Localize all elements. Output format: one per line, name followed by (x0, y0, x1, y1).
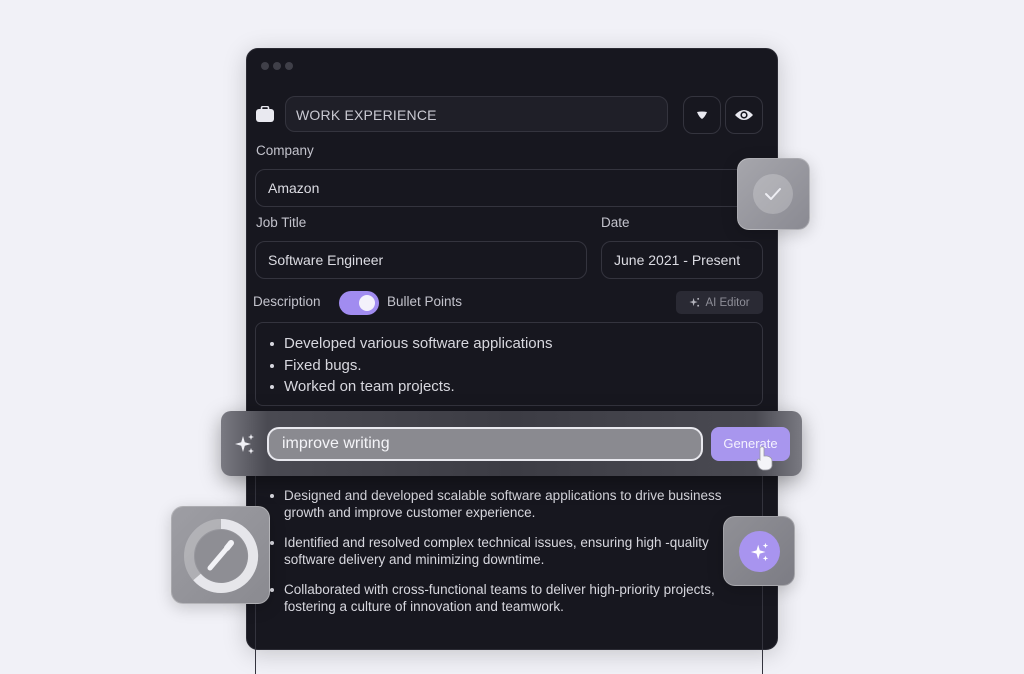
section-title-input[interactable]: WORK EXPERIENCE (285, 96, 668, 132)
bullet-points-toggle[interactable] (339, 291, 379, 315)
generated-item: Designed and developed scalable software… (256, 487, 762, 521)
generate-button[interactable]: Generate (711, 427, 790, 461)
sparkle-icon (750, 542, 768, 561)
briefcase-icon (256, 106, 274, 122)
pen-progress-icon (184, 518, 259, 593)
ai-editor-label: AI Editor (705, 296, 750, 309)
date-input[interactable]: June 2021 - Present (601, 241, 763, 279)
check-badge (753, 174, 793, 214)
generated-description[interactable]: Designed and developed scalable software… (255, 474, 763, 674)
ai-prompt-bar: improve writing Generate (221, 411, 802, 476)
eye-icon (735, 110, 753, 120)
description-item: Worked on team projects. (256, 376, 762, 398)
resume-editor-window: WORK EXPERIENCE Company Amazon Job Title… (246, 48, 778, 674)
date-label: Date (601, 215, 630, 230)
ai-sparkle-badge[interactable] (739, 531, 780, 572)
generated-item: Identified and resolved complex technica… (256, 534, 762, 568)
collapse-button[interactable] (683, 96, 721, 134)
ai-sparkle-card (723, 516, 795, 586)
check-card (737, 158, 810, 230)
sparkle-icon (689, 297, 700, 307)
pen-progress-card (171, 506, 270, 604)
chevron-down-icon (697, 111, 707, 119)
checkmark-icon (765, 188, 781, 200)
description-editor[interactable]: Developed various software applications … (255, 322, 763, 406)
ai-prompt-input[interactable]: improve writing (267, 427, 703, 461)
company-input[interactable]: Amazon (255, 169, 763, 207)
generated-item: Collaborated with cross-functional teams… (256, 581, 762, 615)
ai-editor-button[interactable]: AI Editor (676, 291, 763, 314)
company-label: Company (256, 143, 314, 158)
bullet-points-label: Bullet Points (387, 294, 463, 309)
window-dot[interactable] (261, 62, 269, 70)
hand-cursor-icon (756, 446, 773, 471)
toggle-knob (359, 295, 375, 311)
sparkle-icon (235, 434, 254, 454)
job-title-input[interactable]: Software Engineer (255, 241, 587, 279)
job-title-label: Job Title (256, 215, 307, 230)
window-dot[interactable] (273, 62, 281, 70)
window-controls (261, 62, 293, 70)
description-label: Description (253, 294, 321, 309)
visibility-button[interactable] (725, 96, 763, 134)
description-item: Fixed bugs. (256, 355, 762, 377)
description-item: Developed various software applications (256, 333, 762, 355)
window-dot[interactable] (285, 62, 293, 70)
